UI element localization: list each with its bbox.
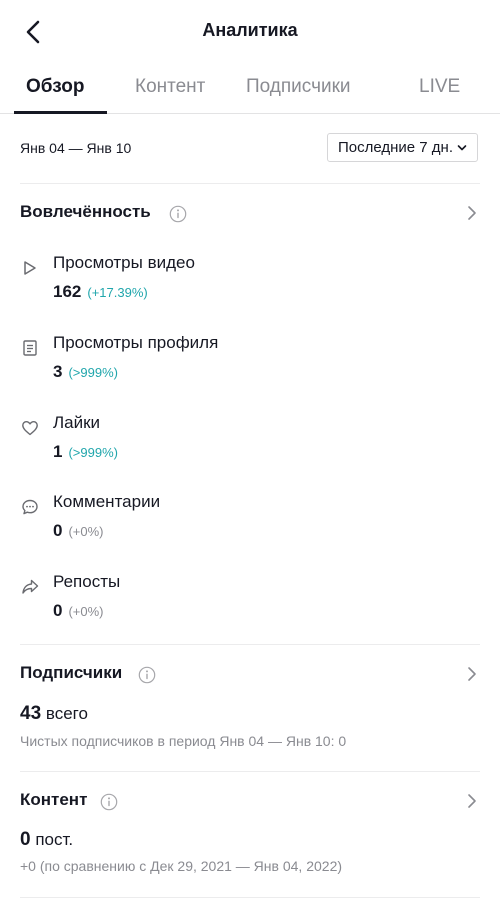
content-title: Контент xyxy=(20,790,88,809)
date-row: Янв 04 — Янв 10 Последние 7 дн. xyxy=(0,130,500,168)
followers-total: 43 всего xyxy=(20,703,88,725)
comment-icon xyxy=(22,499,38,515)
info-icon[interactable] xyxy=(169,205,187,223)
metric-change: (+0%) xyxy=(68,524,104,539)
content-section-header[interactable]: Контент xyxy=(20,788,480,814)
period-dropdown[interactable]: Последние 7 дн. xyxy=(326,133,478,162)
period-dropdown-value: Последние 7 дн. xyxy=(337,139,453,156)
active-tab-indicator xyxy=(14,111,107,114)
metric-change: (+17.39%) xyxy=(87,285,148,300)
metric-likes: Лайки 1 (>999%) xyxy=(20,410,480,470)
divider xyxy=(20,183,480,184)
info-icon[interactable] xyxy=(138,666,156,684)
chevron-right-icon xyxy=(468,794,476,808)
metric-value: 162 xyxy=(53,282,82,301)
tab-live[interactable]: LIVE xyxy=(419,76,460,98)
content-posts-suffix: пост. xyxy=(35,830,74,849)
metric-value-row: 3 (>999%) xyxy=(53,362,118,382)
engagement-section-header[interactable]: Вовлечённость xyxy=(20,200,480,226)
metric-value: 1 xyxy=(53,442,63,461)
metric-value: 0 xyxy=(53,601,63,620)
heart-icon xyxy=(22,421,38,436)
share-icon xyxy=(22,579,39,594)
divider xyxy=(20,644,480,645)
metric-label: Репосты xyxy=(53,572,121,591)
page-title: Аналитика xyxy=(202,20,298,40)
metric-shares: Репосты 0 (+0%) xyxy=(20,569,480,629)
chevron-down-icon xyxy=(457,144,467,150)
tab-content[interactable]: Контент xyxy=(135,76,205,98)
metric-value-row: 0 (+0%) xyxy=(53,521,104,541)
metric-value-row: 1 (>999%) xyxy=(53,442,118,462)
content-posts-value: 0 xyxy=(20,829,31,850)
tab-followers[interactable]: Подписчики xyxy=(246,76,351,98)
metric-value-row: 162 (+17.39%) xyxy=(53,282,148,302)
divider xyxy=(20,771,480,772)
metric-video-views: Просмотры видео 162 (+17.39%) xyxy=(20,250,480,310)
followers-total-value: 43 xyxy=(20,703,42,724)
metric-label: Просмотры профиля xyxy=(53,333,219,352)
date-range: Янв 04 — Янв 10 xyxy=(20,140,132,156)
tab-overview[interactable]: Обзор xyxy=(26,76,84,98)
metric-comments: Комментарии 0 (+0%) xyxy=(20,489,480,549)
metric-label: Просмотры видео xyxy=(53,253,195,272)
engagement-title: Вовлечённость xyxy=(20,202,151,221)
metric-value-row: 0 (+0%) xyxy=(53,601,104,621)
metric-label: Лайки xyxy=(53,413,101,432)
metric-change: (+0%) xyxy=(68,604,104,619)
chevron-right-icon xyxy=(468,667,476,681)
metric-change: (>999%) xyxy=(68,365,118,380)
info-icon[interactable] xyxy=(100,793,118,811)
metric-change: (>999%) xyxy=(68,445,118,460)
profile-doc-icon xyxy=(23,340,37,356)
chevron-right-icon xyxy=(468,206,476,220)
followers-title: Подписчики xyxy=(20,663,123,682)
followers-total-suffix: всего xyxy=(45,704,88,723)
content-posts: 0 пост. xyxy=(20,829,73,851)
metric-profile-views: Просмотры профиля 3 (>999%) xyxy=(20,330,480,390)
header: Аналитика xyxy=(0,0,500,64)
tab-bar: Обзор Контент Подписчики LIVE xyxy=(0,66,500,114)
followers-net-text: Чистых подписчиков в период Янв 04 — Янв… xyxy=(20,733,347,749)
metric-value: 3 xyxy=(53,362,63,381)
followers-section-header[interactable]: Подписчики xyxy=(20,661,480,687)
metric-label: Комментарии xyxy=(53,492,161,511)
play-icon xyxy=(24,261,36,275)
divider xyxy=(20,897,480,898)
metric-value: 0 xyxy=(53,521,63,540)
content-compare-text: +0 (по сравнению с Дек 29, 2021 — Янв 04… xyxy=(20,858,343,874)
